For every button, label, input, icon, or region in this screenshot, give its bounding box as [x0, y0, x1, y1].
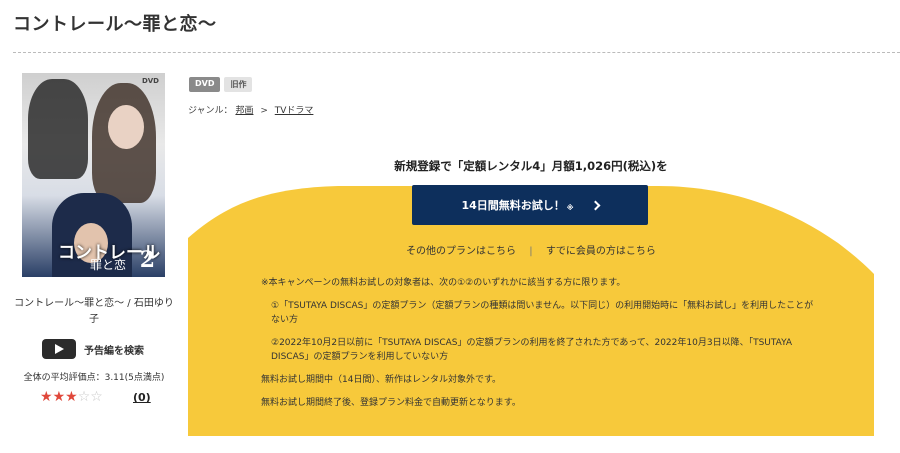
star-empty-icon: ☆ [77, 389, 91, 405]
genre-breadcrumb: ジャンル： 邦画 > TVドラマ [188, 103, 313, 116]
star-rating: ★★★☆☆ [40, 389, 103, 405]
average-rating-text: 全体の平均評価点：3.11(5点満点) [23, 373, 165, 383]
badge-group: DVD 旧作 [189, 77, 253, 92]
terms-condition-2: ②2022年10月2日以前に「TSUTAYA DISCAS」の定額プランの利用を… [271, 338, 793, 362]
plan-links: その他のプランはこちら | すでに会員の方はこちら [188, 242, 874, 257]
terms-auto-renew-note: 無料お試し期間終了後、登録プラン料金で自動更新となります。 [261, 398, 521, 408]
terms-intro: ※本キャンペーンの無料お試しの対象者は、次の①②のいずれかに該当する方に限ります… [261, 278, 626, 288]
campaign-headline: 新規登録で「定額レンタル4」月額1,026円(税込)を [394, 159, 668, 173]
product-name: コントレール〜罪と恋〜 / 石田ゆり子 [14, 298, 174, 325]
existing-member-link[interactable]: すでに会員の方はこちら [546, 246, 656, 257]
cover-subtitle-logo: 罪と恋 [90, 258, 127, 272]
star-filled-icon: ★ [40, 389, 53, 405]
genre-link-tvdrama[interactable]: TVドラマ [275, 106, 314, 116]
trailer-search-label: 予告編を検索 [84, 345, 144, 357]
dvd-cover-image[interactable]: DVD コントレール 罪と恋 2 [22, 73, 165, 277]
genre-label: ジャンル： [188, 106, 233, 116]
genre-link-houga[interactable]: 邦画 [235, 106, 253, 116]
free-trial-note-mark: ※ [566, 204, 574, 212]
star-empty-icon: ☆ [90, 389, 103, 405]
format-badge: DVD [189, 77, 221, 92]
category-badge: 旧作 [224, 77, 253, 92]
breadcrumb-separator: > [260, 106, 268, 116]
review-count-link[interactable]: (0) [133, 391, 151, 404]
play-icon [42, 339, 76, 359]
star-filled-icon: ★ [52, 389, 66, 405]
chevron-right-icon [590, 200, 601, 210]
page-title: コントレール〜罪と恋〜 [13, 14, 217, 35]
link-divider: | [529, 246, 533, 257]
campaign-terms: ※本キャンペーンの無料お試しの対象者は、次の①②のいずれかに該当する方に限ります… [261, 276, 821, 419]
terms-new-release-note: 無料お試し期間中（14日間）、新作はレンタル対象外です。 [261, 375, 502, 385]
free-trial-button[interactable]: 14日間無料お試し！ ※ [412, 185, 648, 225]
dvd-logo: DVD [141, 77, 159, 85]
free-trial-label: 14日間無料お試し！ [461, 199, 565, 212]
cover-volume-number: 2 [139, 247, 155, 273]
star-filled-icon: ★ [65, 389, 78, 405]
trailer-search-button[interactable]: 予告編を検索 [42, 339, 144, 359]
title-divider [13, 52, 900, 53]
campaign-panel: 新規登録で「定額レンタル4」月額1,026円(税込)を 14日間無料お試し！ ※… [188, 159, 874, 436]
other-plans-link[interactable]: その他のプランはこちら [406, 246, 516, 257]
terms-condition-1: ①「TSUTAYA DISCAS」の定額プラン（定額プランの種類は問いません。以… [271, 301, 814, 325]
